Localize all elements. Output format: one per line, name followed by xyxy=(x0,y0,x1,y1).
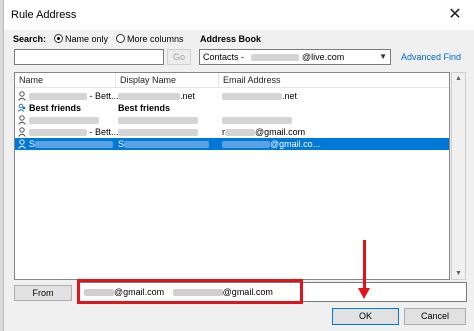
table-row[interactable] xyxy=(15,114,449,126)
window-title: Rule Address xyxy=(11,9,77,21)
row-name: - Bett... xyxy=(29,90,119,102)
table-row[interactable]: - Bett... r @gmail.com xyxy=(15,126,449,138)
table-row-selected[interactable]: S S @gmail.co... xyxy=(15,138,449,150)
annotation-highlight-box xyxy=(77,279,303,304)
cancel-button[interactable]: Cancel xyxy=(404,308,466,325)
person-icon xyxy=(18,91,26,101)
table-row[interactable]: Best friends Best friends xyxy=(15,102,449,114)
row-email: @gmail.co... xyxy=(222,138,320,150)
row-display-name: S xyxy=(118,138,210,150)
radio-more-columns[interactable] xyxy=(116,34,125,43)
row-name: S xyxy=(29,138,114,150)
search-input[interactable] xyxy=(14,49,164,65)
row-email: r @gmail.com xyxy=(222,127,306,137)
row-display-name: .net xyxy=(118,90,195,102)
scroll-up-icon[interactable]: ▲ xyxy=(452,75,465,82)
close-icon[interactable]: ✕ xyxy=(444,4,466,26)
radio-more-columns-label[interactable]: More columns xyxy=(127,34,184,44)
address-book-suffix: @live.com xyxy=(302,52,345,62)
person-icon xyxy=(18,127,26,137)
annotation-arrow-shaft xyxy=(363,240,366,290)
search-label: Search: xyxy=(13,34,47,44)
rule-address-dialog: Rule Address ✕ Search: Name only More co… xyxy=(3,0,474,331)
radio-name-only-label[interactable]: Name only xyxy=(65,34,108,44)
table-row[interactable]: - Bett... .net .net xyxy=(15,90,449,102)
chevron-down-icon: ▼ xyxy=(379,52,387,61)
column-header-display-name[interactable]: Display Name xyxy=(116,73,219,87)
person-icon xyxy=(18,115,26,125)
from-button[interactable]: From xyxy=(14,285,72,301)
scroll-down-icon[interactable]: ▼ xyxy=(452,270,465,277)
address-book-select[interactable]: Contacts - @live.com ▼ xyxy=(199,49,391,65)
address-book-prefix: Contacts - xyxy=(203,52,245,62)
row-email xyxy=(222,114,292,126)
row-display-name xyxy=(118,126,198,138)
radio-name-only[interactable] xyxy=(54,34,63,43)
row-name xyxy=(29,114,99,126)
ok-button[interactable]: OK xyxy=(332,308,399,325)
row-email: .net xyxy=(222,90,297,102)
column-header-name[interactable]: Name xyxy=(15,73,116,87)
go-button[interactable]: Go xyxy=(167,49,191,65)
row-name: Best friends xyxy=(29,103,82,113)
person-icon xyxy=(18,139,26,149)
advanced-find-link[interactable]: Advanced Find xyxy=(401,52,461,62)
row-display-name xyxy=(118,114,198,126)
row-display-name: Best friends xyxy=(118,103,171,113)
vertical-scrollbar[interactable]: ▲ ▼ xyxy=(451,72,466,280)
header-divider xyxy=(15,87,449,88)
redacted-text xyxy=(250,54,299,62)
column-header-email[interactable]: Email Address xyxy=(219,73,449,87)
row-name: - Bett... xyxy=(29,126,119,138)
contacts-list[interactable]: Name Display Name Email Address - Bett..… xyxy=(14,72,450,280)
title-bar: Rule Address ✕ xyxy=(4,0,474,30)
address-book-label: Address Book xyxy=(200,34,262,44)
group-icon xyxy=(18,103,26,112)
annotation-arrow-head xyxy=(358,288,370,299)
